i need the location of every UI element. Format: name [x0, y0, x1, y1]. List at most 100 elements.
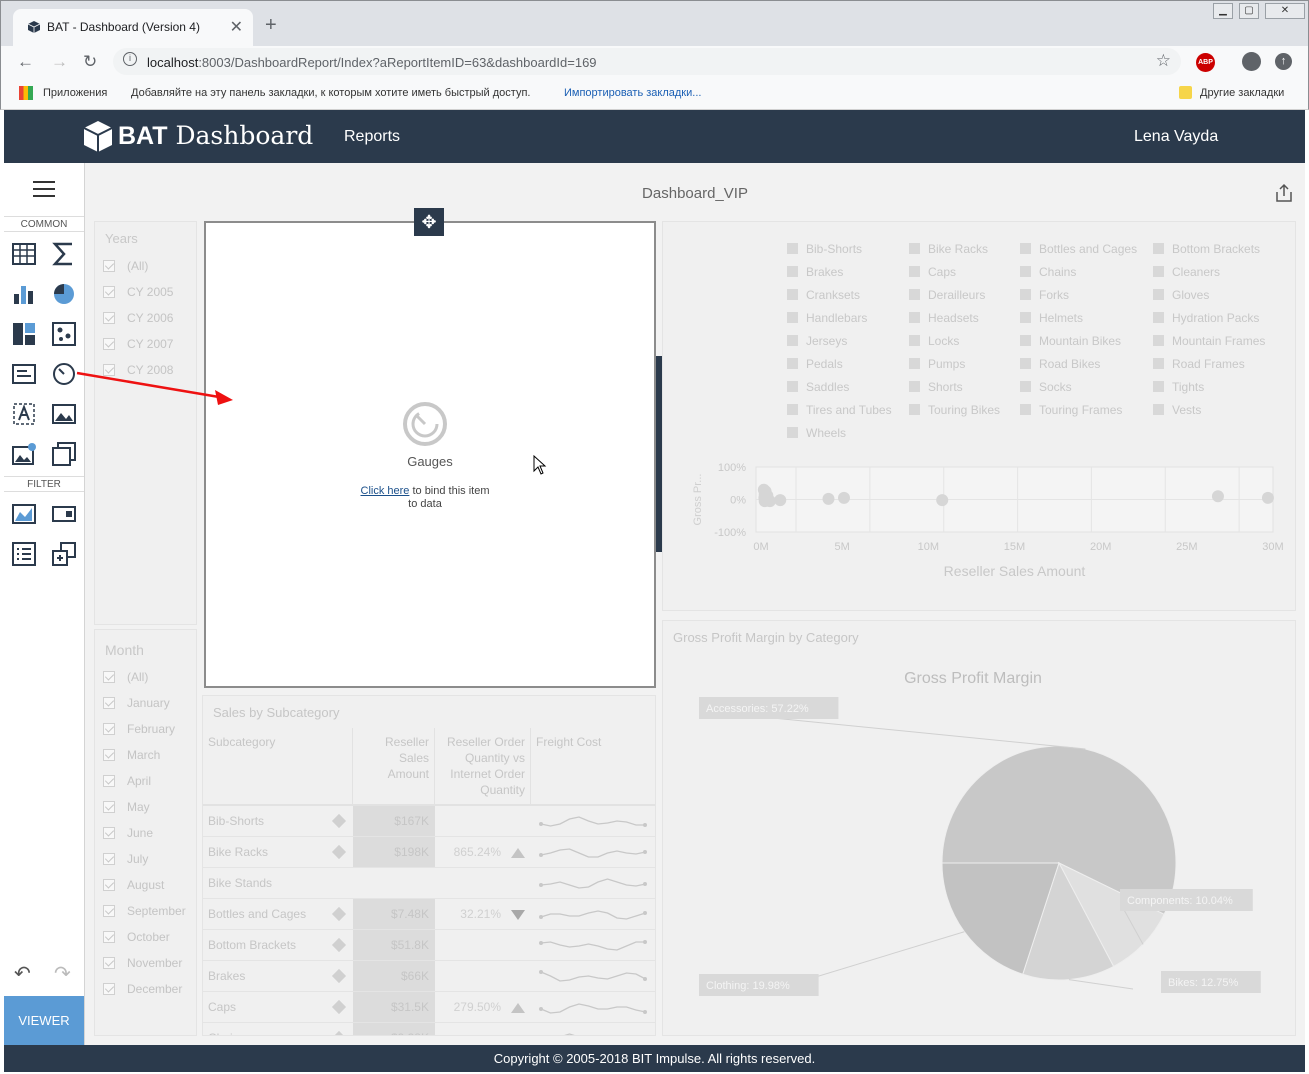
legend-item[interactable]: Saddles [787, 380, 849, 394]
card-item-icon[interactable] [12, 362, 36, 386]
text-box-item-icon[interactable] [12, 402, 36, 426]
legend-item[interactable]: Bike Racks [909, 242, 988, 256]
range-filter-item-icon[interactable] [12, 502, 36, 526]
legend-item[interactable]: Socks [1020, 380, 1072, 394]
restore-window-button[interactable]: ▢ [1239, 3, 1259, 19]
legend-item[interactable]: Gloves [1153, 288, 1209, 302]
redo-icon[interactable]: ↷ [54, 961, 71, 986]
pie-chart-item-icon[interactable] [52, 282, 76, 306]
checkbox-icon[interactable] [103, 723, 115, 735]
sum-cards-icon[interactable] [52, 242, 76, 266]
scatter-point[interactable] [822, 492, 835, 505]
move-handle-icon[interactable]: ✥ [414, 208, 444, 236]
legend-item[interactable]: Handlebars [787, 311, 867, 325]
viewer-button[interactable]: VIEWER [4, 996, 84, 1045]
table-row[interactable]: Chains $9.38K [203, 1023, 655, 1035]
table-row[interactable]: Bike Stands [203, 868, 655, 899]
table-row[interactable]: Bike Racks $198K 865.24% [203, 837, 655, 868]
tree-view-item-icon[interactable] [52, 542, 76, 566]
legend-item[interactable]: Wheels [787, 426, 846, 440]
checkbox-icon[interactable] [103, 957, 115, 969]
combo-box-item-icon[interactable] [52, 502, 76, 526]
reports-nav-link[interactable]: Reports [344, 128, 400, 146]
checkbox-icon[interactable] [103, 983, 115, 995]
filter-item[interactable]: August [103, 878, 164, 892]
legend-item[interactable]: Locks [909, 334, 959, 348]
filter-item[interactable]: September [103, 904, 186, 918]
close-tab-icon[interactable]: ✕ [230, 17, 243, 37]
legend-item[interactable]: Mountain Bikes [1020, 334, 1121, 348]
table-header-cell[interactable]: Subcategory [203, 728, 353, 804]
scatter-point[interactable] [936, 494, 949, 507]
legend-item[interactable]: Pumps [909, 357, 965, 371]
legend-item[interactable]: Caps [909, 265, 956, 279]
legend-item[interactable]: Cranksets [787, 288, 860, 302]
legend-item[interactable]: Cleaners [1153, 265, 1220, 279]
table-header-cell[interactable]: Reseller Sales Amount [353, 728, 435, 804]
filter-item[interactable]: December [103, 982, 182, 996]
table-row[interactable]: Bottom Brackets $51.8K [203, 930, 655, 961]
legend-item[interactable]: Forks [1020, 288, 1069, 302]
table-header-cell[interactable]: Reseller Order Quantity vs Internet Orde… [435, 728, 531, 804]
filter-item[interactable]: (All) [103, 259, 148, 273]
legend-item[interactable]: Jerseys [787, 334, 847, 348]
filter-item[interactable]: November [103, 956, 182, 970]
legend-item[interactable]: Tires and Tubes [787, 403, 892, 417]
bar-chart-item-icon[interactable] [12, 282, 36, 306]
filter-item[interactable]: July [103, 852, 148, 866]
legend-item[interactable]: Chains [1020, 265, 1076, 279]
checkbox-icon[interactable] [103, 853, 115, 865]
legend-item[interactable]: Helmets [1020, 311, 1083, 325]
star-bookmark-icon[interactable]: ☆ [1156, 51, 1171, 71]
forward-arrow-icon[interactable]: → [51, 52, 68, 72]
checkbox-icon[interactable] [103, 775, 115, 787]
legend-item[interactable]: Tights [1153, 380, 1204, 394]
checkbox-icon[interactable] [103, 749, 115, 761]
import-bookmarks-link[interactable]: Импортировать закладки... [564, 87, 701, 99]
checkbox-icon[interactable] [103, 931, 115, 943]
legend-item[interactable]: Road Bikes [1020, 357, 1100, 371]
profile-icon[interactable] [1242, 52, 1261, 71]
legend-item[interactable]: Mountain Frames [1153, 334, 1265, 348]
checkbox-icon[interactable] [103, 905, 115, 917]
apps-grid-icon[interactable] [19, 86, 33, 100]
treemap-item-icon[interactable] [12, 322, 36, 346]
grid-item-icon[interactable] [12, 242, 36, 266]
checkbox-icon[interactable] [103, 286, 115, 298]
legend-item[interactable]: Bottles and Cages [1020, 242, 1137, 256]
reload-icon[interactable]: ↻ [83, 52, 97, 72]
scatter-point[interactable] [1211, 490, 1224, 503]
table-row[interactable]: Brakes $66K [203, 961, 655, 992]
app-logo[interactable]: BAT Dashboard [118, 121, 313, 151]
legend-item[interactable]: Road Frames [1153, 357, 1245, 371]
filter-item[interactable]: CY 2006 [103, 311, 173, 325]
gauges-item[interactable]: Gauges Click here to bind this item to d… [204, 221, 656, 688]
scatter-point[interactable] [837, 491, 850, 504]
checkbox-icon[interactable] [103, 260, 115, 272]
legend-item[interactable]: Vests [1153, 403, 1201, 417]
back-arrow-icon[interactable]: ← [17, 52, 34, 72]
hamburger-menu-icon[interactable] [33, 181, 55, 197]
export-icon[interactable] [1274, 183, 1294, 203]
scatter-point[interactable] [774, 494, 787, 507]
filter-item[interactable]: (All) [103, 670, 148, 684]
scatter-point[interactable] [1261, 491, 1274, 504]
legend-item[interactable]: Touring Frames [1020, 403, 1122, 417]
legend-item[interactable]: Touring Bikes [909, 403, 1000, 417]
legend-item[interactable]: Derailleurs [909, 288, 985, 302]
checkbox-icon[interactable] [103, 879, 115, 891]
checkbox-icon[interactable] [103, 827, 115, 839]
filter-item[interactable]: June [103, 826, 153, 840]
minimize-window-button[interactable]: ▁ [1213, 3, 1233, 19]
scatter-point[interactable] [758, 495, 771, 508]
filter-item[interactable]: March [103, 748, 160, 762]
adblock-icon[interactable]: ABP [1196, 53, 1215, 72]
filter-item[interactable]: CY 2007 [103, 337, 173, 351]
browser-tab[interactable]: BAT - Dashboard (Version 4) ✕ [13, 9, 253, 47]
new-tab-button[interactable]: + [265, 14, 277, 37]
scatter-item-icon[interactable] [52, 322, 76, 346]
table-row[interactable]: Caps $31.5K 279.50% [203, 992, 655, 1023]
checkbox-icon[interactable] [103, 338, 115, 350]
other-bookmarks-link[interactable]: Другие закладки [1200, 87, 1284, 99]
checkbox-icon[interactable] [103, 312, 115, 324]
